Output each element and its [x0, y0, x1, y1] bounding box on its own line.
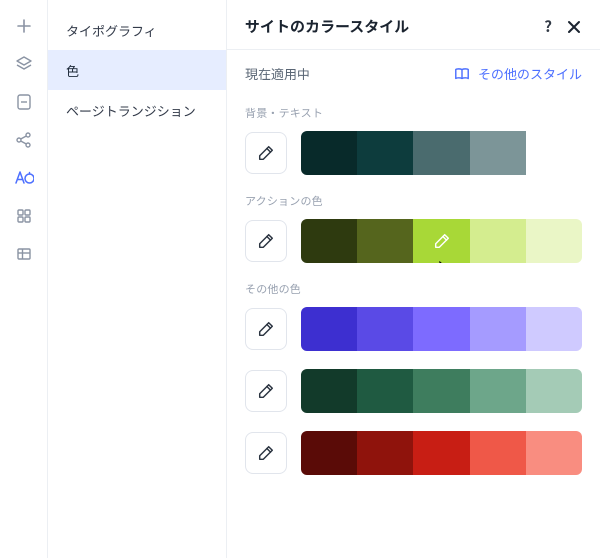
rail-apps[interactable] — [8, 200, 40, 232]
page-icon — [16, 93, 32, 111]
color-swatch[interactable] — [470, 431, 526, 475]
sidebar-item-page-transition[interactable]: ページトランジション — [48, 90, 226, 130]
color-swatch[interactable] — [470, 369, 526, 413]
sidebar-item-label: タイポグラフィ — [66, 21, 157, 40]
edit-palette-button[interactable] — [245, 432, 287, 474]
pencil-icon — [433, 232, 451, 250]
color-swatch[interactable] — [526, 131, 582, 175]
help-button[interactable]: ? — [544, 16, 552, 37]
rail-page[interactable] — [8, 86, 40, 118]
pencil-icon — [257, 232, 275, 250]
sidebar-item-color[interactable]: 色 — [48, 50, 226, 90]
pencil-icon — [257, 320, 275, 338]
color-swatch[interactable] — [357, 307, 413, 351]
sidebar-item-label: ページトランジション — [66, 101, 196, 120]
color-swatch[interactable] — [470, 307, 526, 351]
swatch-strip — [301, 307, 582, 351]
pencil-icon — [257, 144, 275, 162]
sidebar-item-typography[interactable]: タイポグラフィ — [48, 10, 226, 50]
sidebar: タイポグラフィ 色 ページトランジション — [48, 0, 227, 558]
sidebar-item-label: 色 — [66, 61, 79, 80]
swatch-strip — [301, 431, 582, 475]
color-swatch[interactable] — [413, 131, 469, 175]
palette-row — [245, 131, 582, 175]
applied-label: 現在適用中 — [245, 64, 310, 83]
icon-rail — [0, 0, 48, 558]
color-swatch[interactable] — [357, 219, 413, 263]
more-styles-link[interactable]: その他のスタイル — [454, 64, 582, 83]
palette-row — [245, 307, 582, 351]
typography-icon — [14, 169, 34, 187]
table-icon — [16, 246, 32, 262]
color-swatch[interactable] — [357, 131, 413, 175]
color-swatch[interactable] — [301, 307, 357, 351]
rail-styles[interactable] — [8, 162, 40, 194]
swatch-strip — [301, 131, 582, 175]
palette-row: 編集 — [245, 219, 582, 263]
color-swatch[interactable] — [526, 431, 582, 475]
panel-header: サイトのカラースタイル ? — [227, 0, 600, 49]
color-swatch[interactable] — [526, 219, 582, 263]
edit-palette-button[interactable] — [245, 132, 287, 174]
color-swatch[interactable]: 編集 — [413, 219, 469, 263]
color-swatch[interactable] — [413, 431, 469, 475]
color-swatch[interactable] — [301, 219, 357, 263]
color-swatch[interactable] — [470, 131, 526, 175]
group-label: アクションの色 — [245, 193, 582, 209]
grid-icon — [16, 208, 32, 224]
color-swatch[interactable] — [526, 307, 582, 351]
cursor-pointer-icon — [431, 259, 453, 263]
group-label: 背景・テキスト — [245, 105, 582, 121]
edit-palette-button[interactable] — [245, 308, 287, 350]
color-swatch[interactable] — [301, 369, 357, 413]
color-swatch[interactable] — [301, 431, 357, 475]
rail-layers[interactable] — [8, 48, 40, 80]
panel-title: サイトのカラースタイル — [245, 16, 409, 37]
group-label: その他の色 — [245, 281, 582, 297]
color-swatch[interactable] — [413, 369, 469, 413]
color-swatch[interactable] — [470, 219, 526, 263]
panel: サイトのカラースタイル ? 現在適用中 その他のスタイル 背景・テキストアクショ… — [227, 0, 600, 558]
panel-subheader: 現在適用中 その他のスタイル — [227, 49, 600, 95]
close-icon[interactable] — [566, 19, 582, 35]
swatch-strip — [301, 369, 582, 413]
palette-row — [245, 369, 582, 413]
rail-data[interactable] — [8, 238, 40, 270]
book-icon — [454, 67, 470, 81]
rail-share[interactable] — [8, 124, 40, 156]
swatch-strip: 編集 — [301, 219, 582, 263]
edit-palette-button[interactable] — [245, 370, 287, 412]
pencil-icon — [257, 382, 275, 400]
more-styles-label: その他のスタイル — [478, 64, 582, 83]
edit-palette-button[interactable] — [245, 220, 287, 262]
rail-add[interactable] — [8, 10, 40, 42]
color-swatch[interactable] — [357, 369, 413, 413]
plus-icon — [16, 18, 32, 34]
color-swatch[interactable] — [357, 431, 413, 475]
palette-row — [245, 431, 582, 475]
color-swatch[interactable] — [301, 131, 357, 175]
layers-icon — [15, 55, 33, 73]
share-icon — [15, 131, 33, 149]
color-swatch[interactable] — [526, 369, 582, 413]
color-swatch[interactable] — [413, 307, 469, 351]
panel-body: 背景・テキストアクションの色編集その他の色 — [227, 95, 600, 558]
pencil-icon — [257, 444, 275, 462]
